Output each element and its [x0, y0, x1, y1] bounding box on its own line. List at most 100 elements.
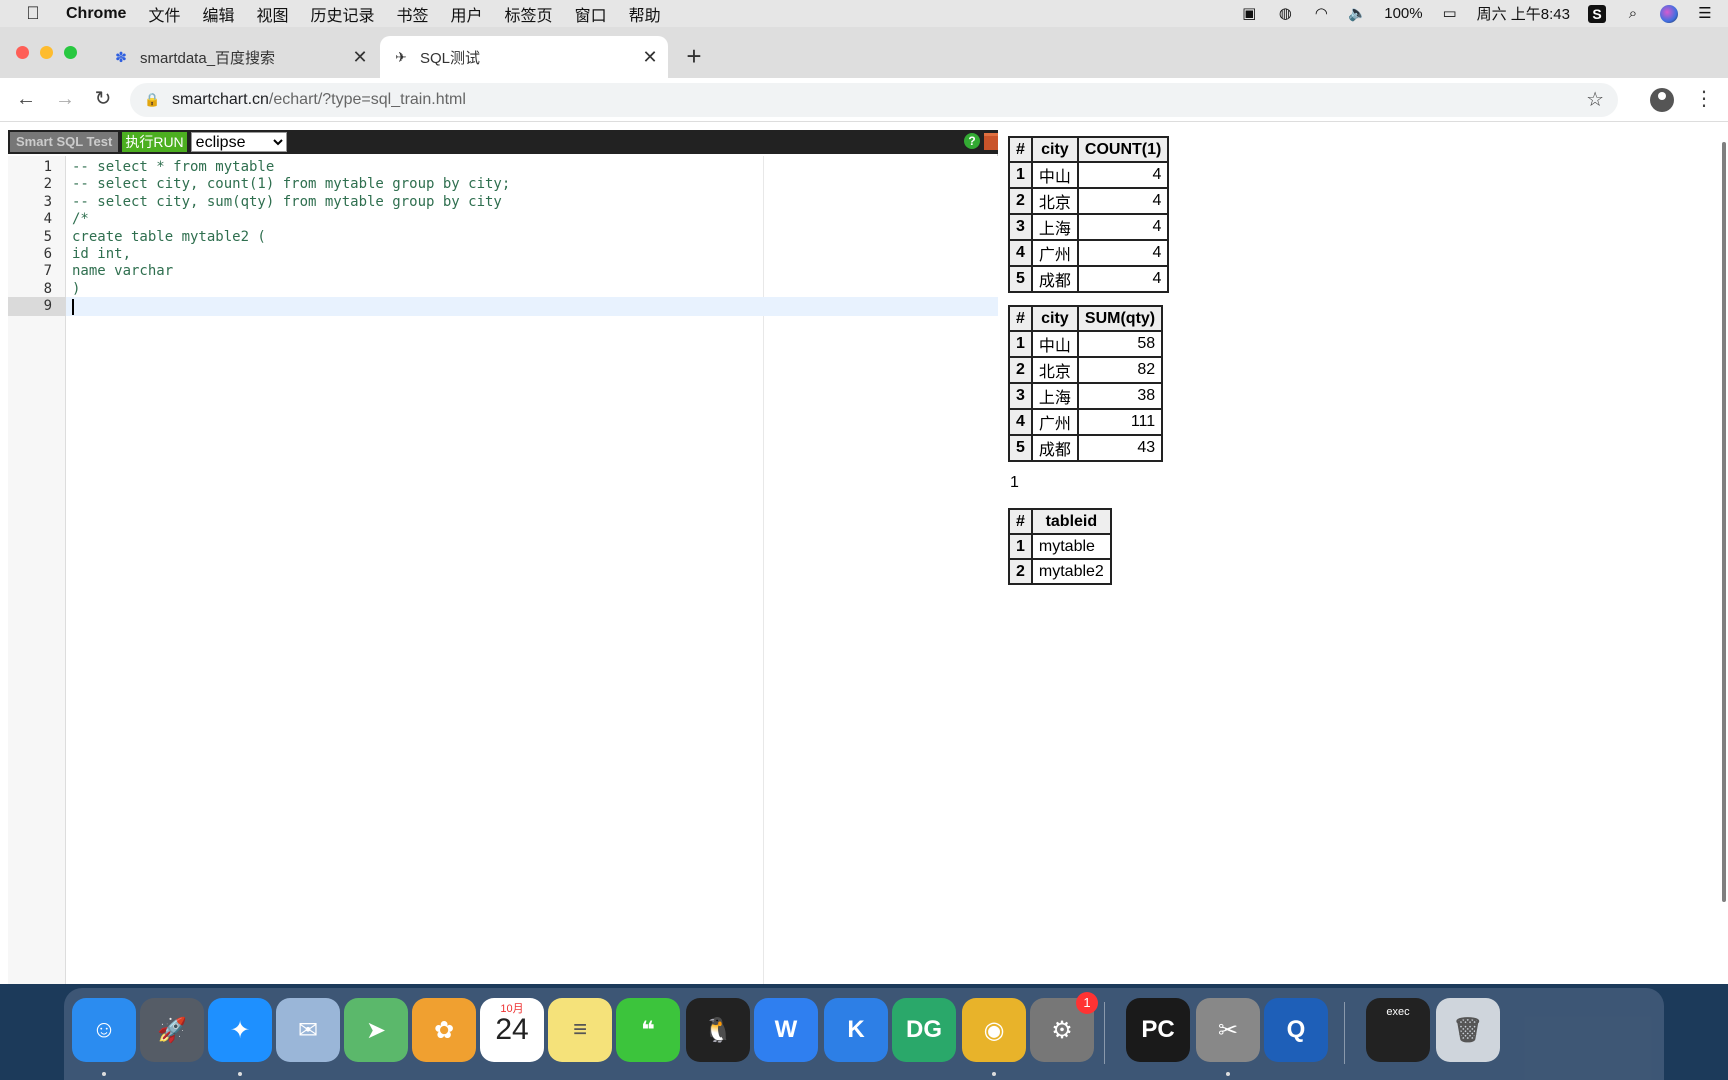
code-line[interactable]: 4 /*	[8, 210, 998, 229]
video-editor-icon[interactable]: ✂	[1196, 998, 1260, 1062]
new-tab-button[interactable]: +	[682, 42, 706, 70]
code-line[interactable]: 1 -- select * from mytable	[8, 158, 998, 177]
menu-help[interactable]: 帮助	[629, 2, 661, 26]
close-icon[interactable]: ✕	[348, 47, 372, 68]
table-cell: 2	[1008, 187, 1033, 215]
menu-people[interactable]: 用户	[451, 2, 483, 26]
line-text: -- select city, sum(qty) from mytable gr…	[72, 193, 502, 210]
menu-edit[interactable]: 编辑	[202, 2, 234, 26]
table-cell: 4	[1008, 408, 1033, 436]
table-row: 2 北京 4	[1008, 187, 1170, 215]
menu-history[interactable]: 历史记录	[311, 2, 375, 26]
wechat-icon[interactable]: ❝	[616, 998, 680, 1062]
table-cell: 4	[1076, 187, 1170, 215]
theme-select[interactable]: eclipse	[190, 132, 287, 152]
battery-icon[interactable]: ▭	[1441, 5, 1459, 22]
launchpad-icon[interactable]: 🚀	[140, 998, 204, 1062]
close-icon[interactable]: ✕	[638, 47, 662, 68]
menu-tab[interactable]: 标签页	[505, 2, 553, 26]
chrome-icon[interactable]: ◉	[962, 998, 1026, 1062]
screen-record-icon[interactable]: ▣	[1240, 5, 1258, 22]
forward-arrow-icon[interactable]: →	[52, 86, 78, 112]
s-app-icon[interactable]: S	[1588, 4, 1606, 23]
column-header: city	[1030, 305, 1079, 332]
volume-icon[interactable]: 🔈	[1348, 5, 1367, 22]
system-preferences-icon[interactable]: ⚙ 1	[1030, 992, 1098, 1062]
menu-view[interactable]: 视图	[256, 2, 288, 26]
reload-icon[interactable]: ↻	[90, 86, 116, 112]
brand-label: Smart SQL Test	[10, 132, 119, 152]
close-window-button[interactable]	[16, 46, 29, 59]
dock-glyph: Q	[1286, 1016, 1306, 1043]
line-text: )	[72, 280, 81, 297]
siri-icon[interactable]	[1660, 4, 1678, 23]
profile-avatar-icon[interactable]	[1650, 88, 1674, 112]
calendar-icon[interactable]: 24 10月	[480, 998, 544, 1062]
minimize-window-button[interactable]	[40, 46, 53, 59]
page-scrollbar[interactable]	[1722, 142, 1726, 902]
spotlight-search-icon[interactable]: ⌕	[1624, 5, 1642, 22]
back-arrow-icon[interactable]: ←	[13, 86, 39, 112]
notes-icon[interactable]: ≡	[548, 998, 612, 1062]
maps-icon[interactable]: ➤	[344, 998, 408, 1062]
code-line[interactable]: 2 -- select city, count(1) from mytable g…	[8, 175, 998, 194]
code-line[interactable]: 6 id int,	[8, 245, 998, 264]
code-line[interactable]: 3 -- select city, sum(qty) from mytable g…	[8, 193, 998, 212]
datagrip-icon[interactable]: DG	[892, 998, 956, 1062]
lock-icon[interactable]: 🔒	[144, 92, 160, 108]
menu-bookmarks[interactable]: 书签	[397, 2, 429, 26]
table-header-row: # tableid	[1008, 508, 1112, 535]
code-line[interactable]: 7 name varchar	[8, 262, 998, 281]
menu-window[interactable]: 窗口	[575, 2, 607, 26]
safari-icon[interactable]: ✦	[208, 998, 272, 1062]
tab-baidu-search[interactable]: ✽ smartdata_百度搜索 ✕	[100, 36, 378, 78]
address-bar[interactable]: 🔒 smartchart.cn/echart/?type=sql_train.h…	[130, 83, 1618, 117]
help-icon[interactable]: ?	[964, 133, 980, 149]
dock-glyph: ✉	[297, 1016, 319, 1044]
code-line[interactable]: 8)	[8, 280, 998, 299]
column-header: #	[1008, 305, 1033, 332]
menu-file[interactable]: 文件	[148, 2, 180, 26]
line-number: 8	[43, 280, 52, 297]
running-indicator	[102, 1072, 106, 1076]
clock[interactable]: 周六 上午8:43	[1477, 3, 1570, 24]
finder-icon[interactable]: ☺	[72, 998, 136, 1062]
run-button[interactable]: 执行RUN	[122, 132, 187, 152]
code-line[interactable]: 9	[8, 297, 998, 317]
baidu-paw-icon: ✽	[115, 48, 127, 65]
quicktime-icon[interactable]: Q	[1264, 998, 1328, 1062]
bookmark-star-icon[interactable]: ☆	[1586, 87, 1604, 112]
result-message: 1	[1010, 474, 1019, 491]
wifi-icon[interactable]: ◠	[1312, 5, 1330, 22]
notification-badge: 1	[1076, 992, 1098, 1014]
tab-sql-test[interactable]: ✈ SQL测试 ✕	[380, 36, 668, 78]
dock-glyph: ⚙	[1051, 1016, 1073, 1044]
menu-kebab-icon[interactable]: ⋮	[1694, 86, 1714, 112]
table-header-row: # city COUNT(1)	[1008, 136, 1170, 163]
table-cell: 5	[1008, 434, 1033, 462]
table-cell: 1	[1008, 533, 1033, 560]
notification-center-icon[interactable]: ☰	[1696, 5, 1714, 22]
mail-icon[interactable]: ✉	[276, 998, 340, 1062]
code-line[interactable]: 5 create table mytable2 (	[8, 228, 998, 247]
table-header-row: # city SUM(qty)	[1008, 305, 1164, 332]
pycharm-icon[interactable]: PC	[1126, 998, 1190, 1062]
table-cell: 82	[1076, 356, 1164, 384]
terminal-icon[interactable]: exec	[1366, 998, 1430, 1062]
code-editor[interactable]: 1 -- select * from mytable 2 -- select city…	[8, 156, 998, 984]
trash-icon[interactable]: 🗑	[1436, 998, 1500, 1062]
trash-icon[interactable]	[984, 133, 998, 150]
table-cell: 北京	[1030, 187, 1079, 215]
kuaibo-icon[interactable]: K	[824, 998, 888, 1062]
qq-icon[interactable]: 🐧	[686, 998, 750, 1062]
line-text: name varchar	[72, 263, 174, 280]
photos-icon[interactable]: ✿	[412, 998, 476, 1062]
wps-icon[interactable]: W	[754, 998, 818, 1062]
menu-app-name[interactable]: Chrome	[66, 5, 126, 23]
apple-icon[interactable]: 	[0, 3, 66, 24]
table-cell: 1	[1008, 161, 1033, 189]
globe-icon[interactable]: ◍	[1276, 5, 1294, 22]
column-header: #	[1008, 136, 1033, 163]
table-row: 4 广州 111	[1008, 408, 1164, 436]
fullscreen-window-button[interactable]	[64, 46, 77, 59]
